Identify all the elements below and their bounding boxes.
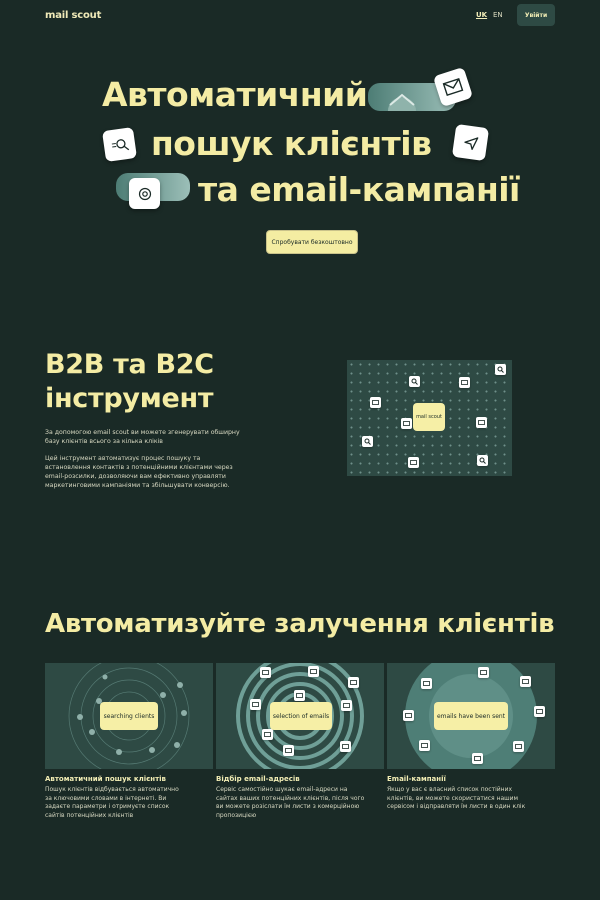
mail-icon — [472, 753, 483, 764]
b2b-title-line1: B2B та B2C — [45, 349, 214, 380]
mail-icon — [250, 699, 261, 710]
logo[interactable]: mail scout — [45, 10, 101, 21]
at-icon — [129, 178, 160, 209]
mail-icon — [294, 690, 305, 701]
mail-icon — [403, 710, 414, 721]
feature-card-campaign-illustration: emails have been sent — [387, 663, 555, 769]
mail-icon — [513, 741, 524, 752]
card2-badge: selection of emails — [270, 702, 332, 730]
card2-text: Сервіс самостійно шукає email-адреси на … — [216, 786, 365, 819]
mail-icon — [401, 418, 412, 429]
search-icon — [362, 436, 373, 447]
mail-icon — [459, 377, 470, 388]
lang-uk[interactable]: UK — [476, 11, 487, 19]
mail-icon — [308, 666, 319, 677]
card3-title: Email-кампанії — [387, 775, 446, 783]
login-button[interactable]: Увійти — [517, 4, 555, 26]
mail-icon — [340, 741, 351, 752]
b2b-paragraph-1: За допомогою email scout ви можете згене… — [45, 429, 240, 445]
mail-icon — [534, 706, 545, 717]
search-icon — [409, 376, 420, 387]
feature-card-selection-illustration: selection of emails — [216, 663, 384, 769]
mail-icon — [283, 745, 294, 756]
card1-title: Автоматичний пошук клієнтів — [45, 775, 166, 783]
mail-icon — [476, 417, 487, 428]
mail-icon — [262, 729, 273, 740]
card1-text: Пошук клієнтів відбувається автоматично … — [45, 786, 179, 819]
search-icon — [495, 364, 506, 375]
mail-icon — [260, 667, 271, 678]
b2b-title-line2: інструмент — [45, 383, 214, 414]
mail-icon — [408, 457, 419, 468]
hero-title-line2: пошук клієнтів — [151, 124, 432, 163]
card3-badge: emails have been sent — [434, 702, 508, 730]
mail-scout-network-panel: mail scout — [347, 360, 512, 476]
mail-icon — [421, 678, 432, 689]
panel-center-label: mail scout — [413, 403, 445, 431]
lang-en[interactable]: EN — [493, 11, 503, 19]
hero-title-line1: Автоматичний — [102, 75, 368, 114]
automate-title: Автоматизуйте залучення клієнтів — [45, 609, 555, 639]
mail-icon — [341, 700, 352, 711]
card1-badge: searching clients — [100, 702, 158, 730]
feature-card-search-illustration: searching clients — [45, 663, 213, 769]
send-icon — [451, 123, 490, 162]
b2b-paragraph-2: Цей інструмент автоматизує процес пошуку… — [45, 455, 233, 489]
mail-icon — [419, 740, 430, 751]
search-icon — [477, 455, 488, 466]
mail-icon — [520, 676, 531, 687]
mail-icon — [348, 677, 359, 688]
card3-text: Якщо у вас є власний список постійних кл… — [387, 786, 526, 811]
mail-icon — [370, 397, 381, 408]
hero-title-line3: та email-кампанії — [198, 170, 520, 209]
card2-title: Відбір email-адресів — [216, 775, 300, 783]
mail-icon — [478, 667, 489, 678]
search-icon — [101, 126, 138, 163]
try-free-button[interactable]: Спробувати безкоштовно — [266, 230, 358, 254]
